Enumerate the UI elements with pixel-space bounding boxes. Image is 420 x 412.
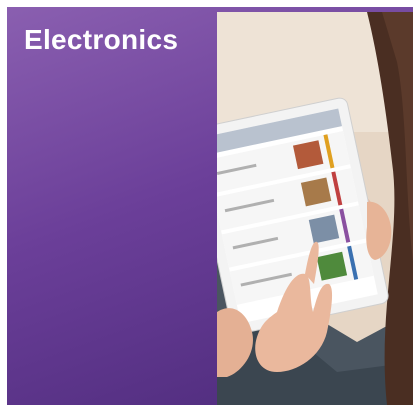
tablet-photo-image bbox=[217, 12, 413, 405]
electronics-category-tile[interactable]: Electronics bbox=[7, 7, 413, 405]
tablet-illustration-icon bbox=[217, 12, 413, 405]
category-title: Electronics bbox=[24, 24, 179, 55]
